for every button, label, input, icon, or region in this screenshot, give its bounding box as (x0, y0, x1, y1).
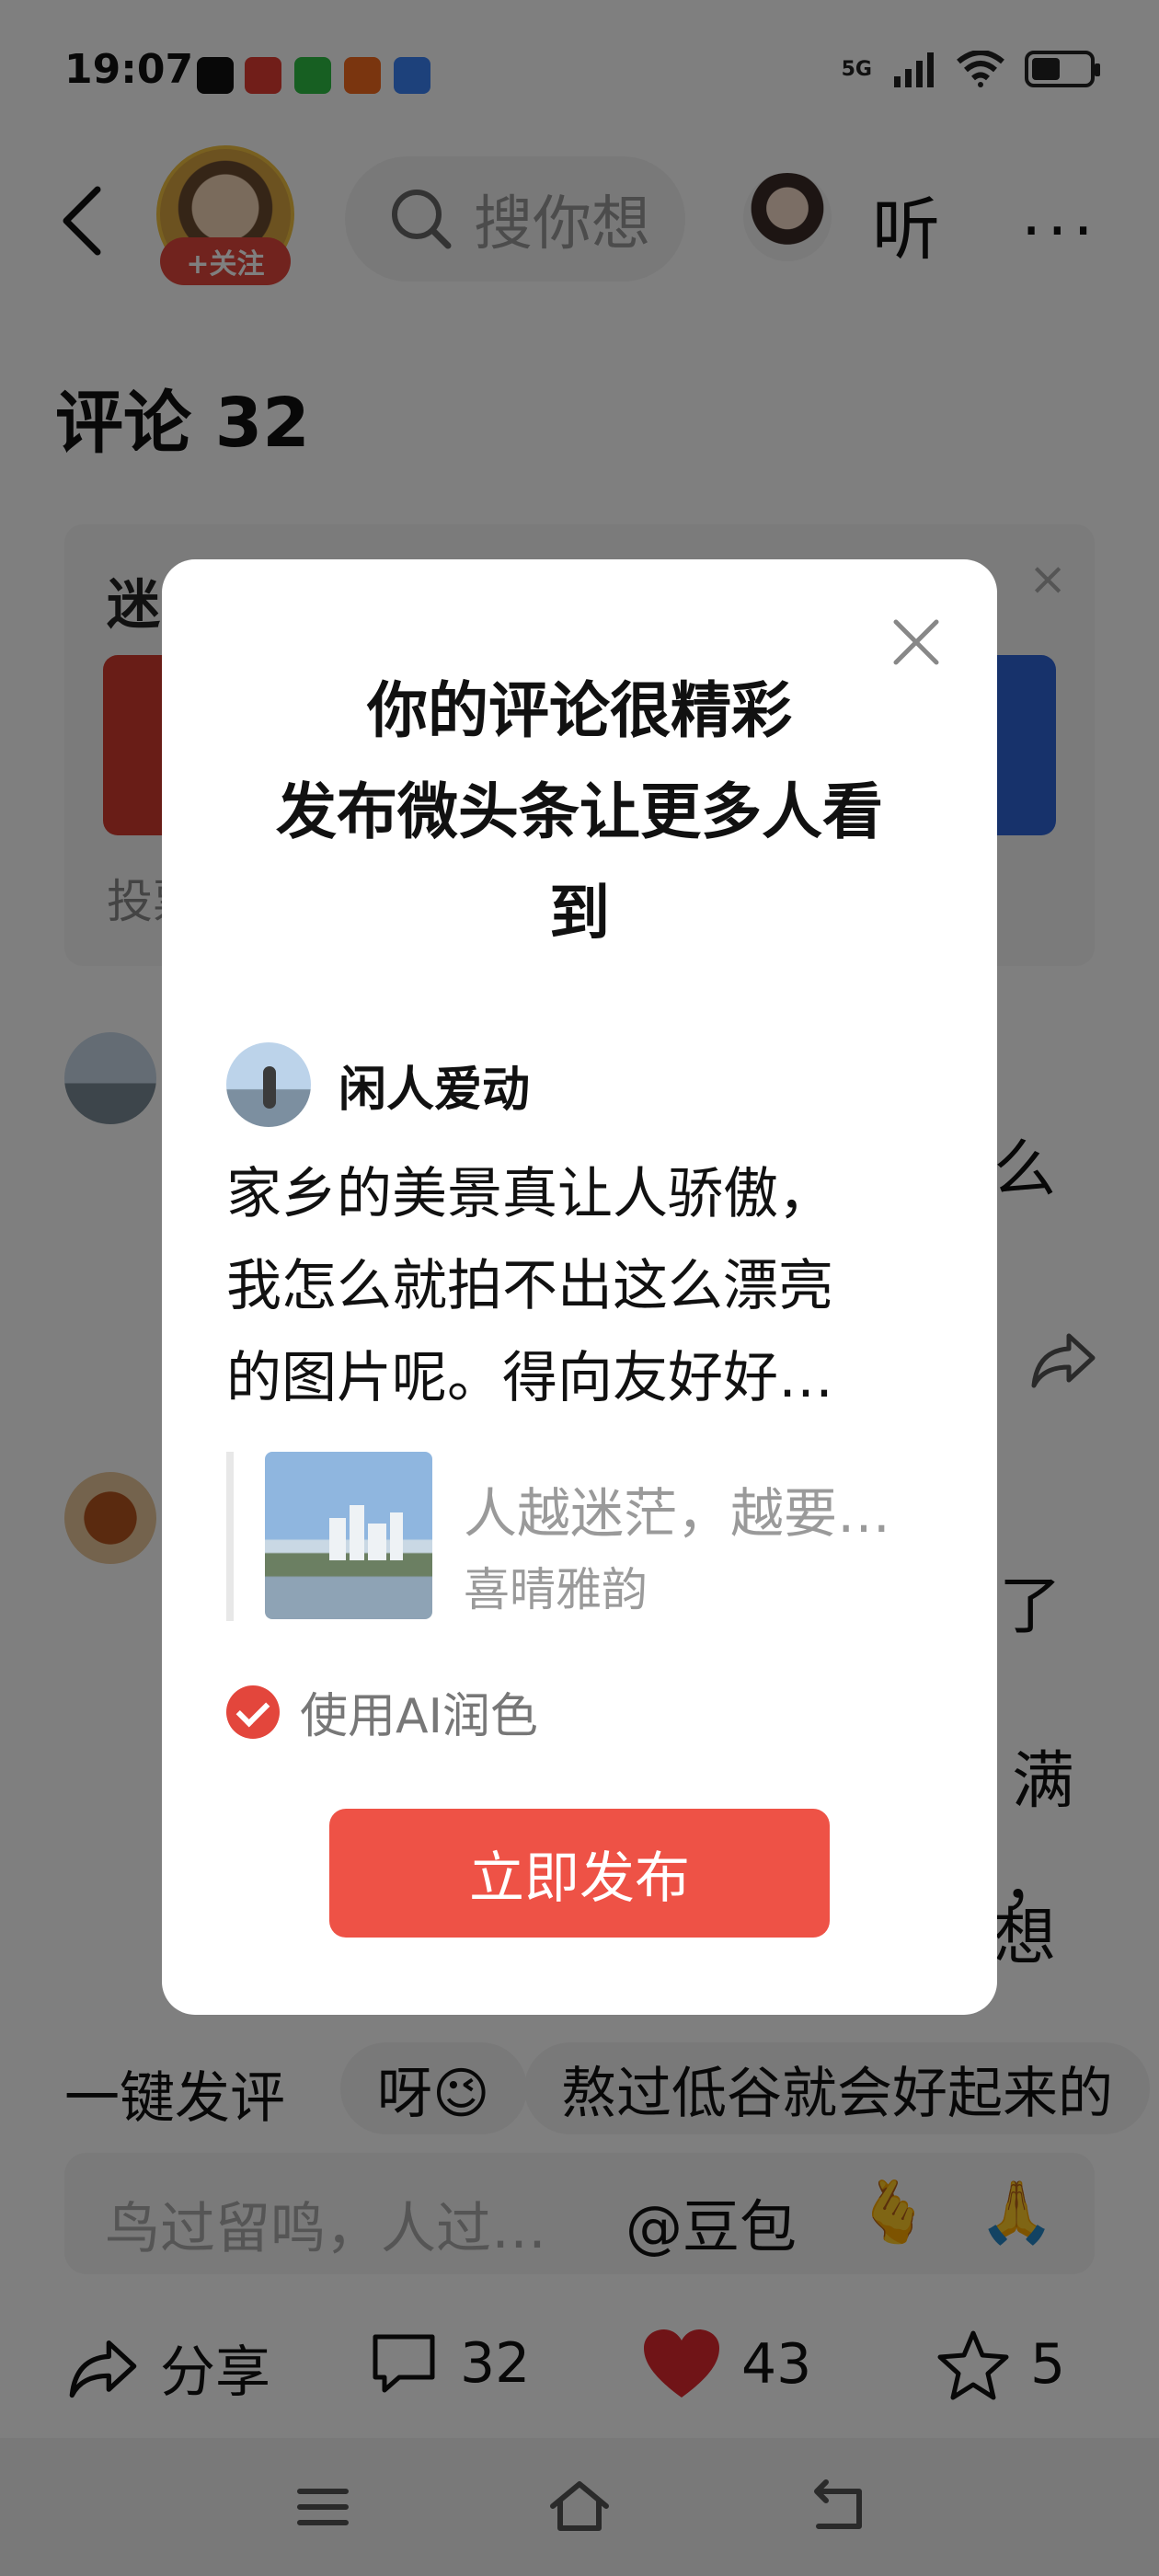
dialog-title-line: 发布微头条让更多人看 (276, 776, 883, 847)
user-avatar (226, 1042, 311, 1127)
comment-line: 的图片呢。得向友好好… (226, 1346, 833, 1410)
comment-preview: 家乡的美景真让人骄傲， 我怎么就拍不出这么漂亮 的图片呢。得向友好好… (226, 1148, 907, 1424)
dialog-title: 你的评论很精彩 发布微头条让更多人看 到 (162, 661, 997, 964)
publish-post-dialog: 你的评论很精彩 发布微头条让更多人看 到 闲人爱动 家乡的美景真让人骄傲， 我怎… (162, 559, 997, 2015)
username: 闲人爱动 (339, 1062, 531, 1118)
dialog-user-row: 闲人爱动 (226, 1042, 530, 1127)
comment-line: 我怎么就拍不出这么漂亮 (226, 1254, 833, 1318)
checkbox-checked-icon[interactable] (226, 1685, 280, 1739)
dialog-title-line: 到 (549, 878, 610, 949)
quoted-article[interactable]: 人越迷茫，越要… 喜晴雅韵 (226, 1452, 944, 1621)
comment-line: 家乡的美景真让人骄傲， (226, 1162, 833, 1226)
ai-polish-toggle[interactable]: 使用AI润色 (226, 1677, 538, 1746)
quoted-article-thumbnail (265, 1452, 432, 1619)
dialog-title-line: 你的评论很精彩 (367, 675, 792, 746)
quoted-article-author: 喜晴雅韵 (464, 1563, 648, 1616)
publish-button[interactable]: 立即发布 (329, 1809, 830, 1938)
ai-polish-label: 使用AI润色 (300, 1689, 538, 1744)
quoted-article-title: 人越迷茫，越要… (464, 1482, 891, 1545)
